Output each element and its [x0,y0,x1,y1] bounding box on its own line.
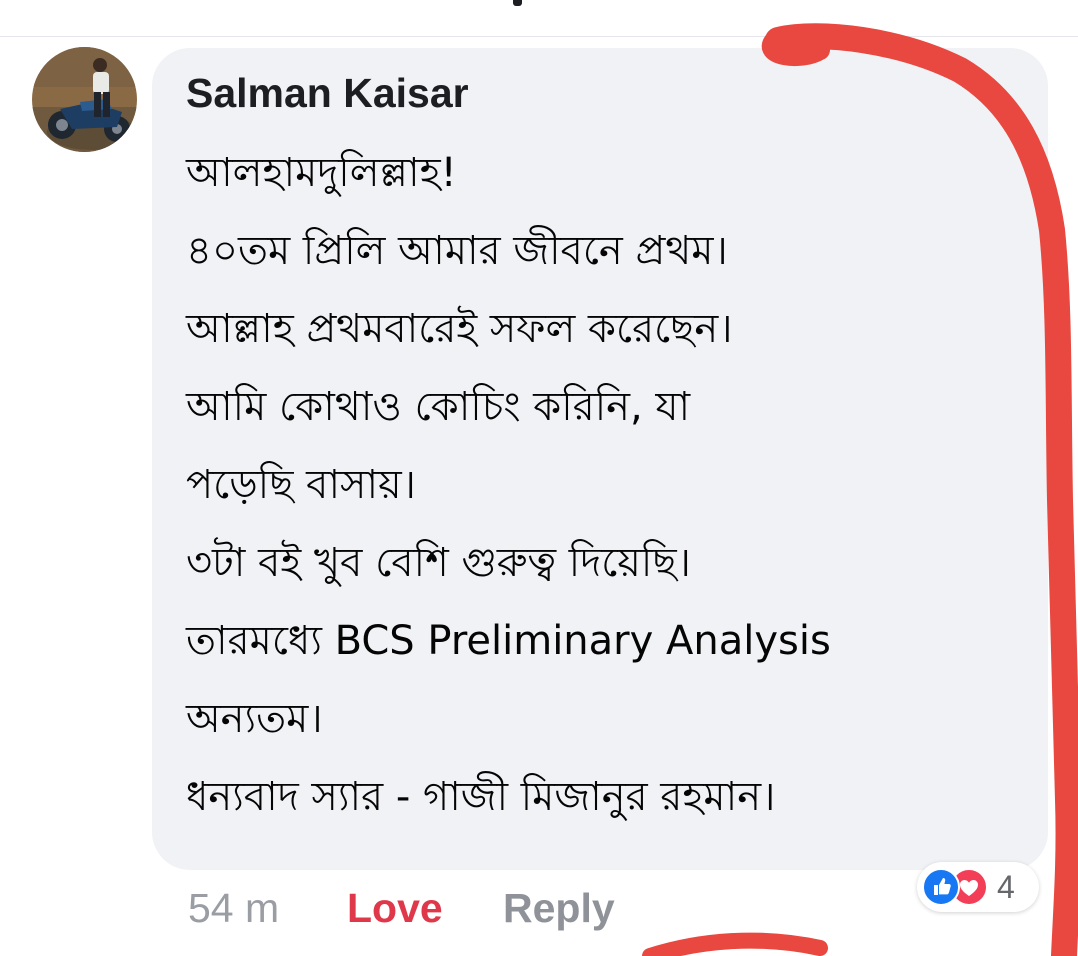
comment-line: আলহামদুলিল্লাহ! [186,150,457,196]
comment-screenshot: Salman Kaisar আলহামদুলিল্লাহ! ৪০তম প্রিল… [0,0,1078,956]
reaction-count: 4 [997,869,1015,905]
love-button[interactable]: Love [347,878,443,938]
comment-timestamp[interactable]: 54 m [188,878,279,938]
avatar-photo [32,47,137,152]
author-name[interactable]: Salman Kaisar [186,70,469,117]
reply-button[interactable]: Reply [503,878,615,938]
divider [0,36,1078,37]
cut-off-glyph [513,0,522,6]
reaction-summary[interactable]: 4 [917,862,1039,912]
comment-line: অন্যতম। [186,696,323,742]
comment-line: আল্লাহ প্রথমবারেই সফল করেছেন। [186,306,733,352]
comment-line: ধন্যবাদ স্যার - গাজী মিজানুর রহমান। [186,774,776,820]
comment-line: ৩টা বই খুব বেশি গুরুত্ব দিয়েছি। [186,540,691,586]
comment-line: পড়েছি বাসায়। [186,462,416,508]
like-icon [922,868,960,906]
comment-line: আমি কোথাও কোচিং করিনি, যা [186,384,691,430]
avatar[interactable] [32,47,137,152]
comment-text: আলহামদুলিল্লাহ! ৪০তম প্রিলি আমার জীবনে প… [186,134,831,836]
comment-line: ৪০তম প্রিলি আমার জীবনে প্রথম। [186,228,728,274]
comment-line: তারমধ্যে BCS Preliminary Analysis [186,618,831,664]
